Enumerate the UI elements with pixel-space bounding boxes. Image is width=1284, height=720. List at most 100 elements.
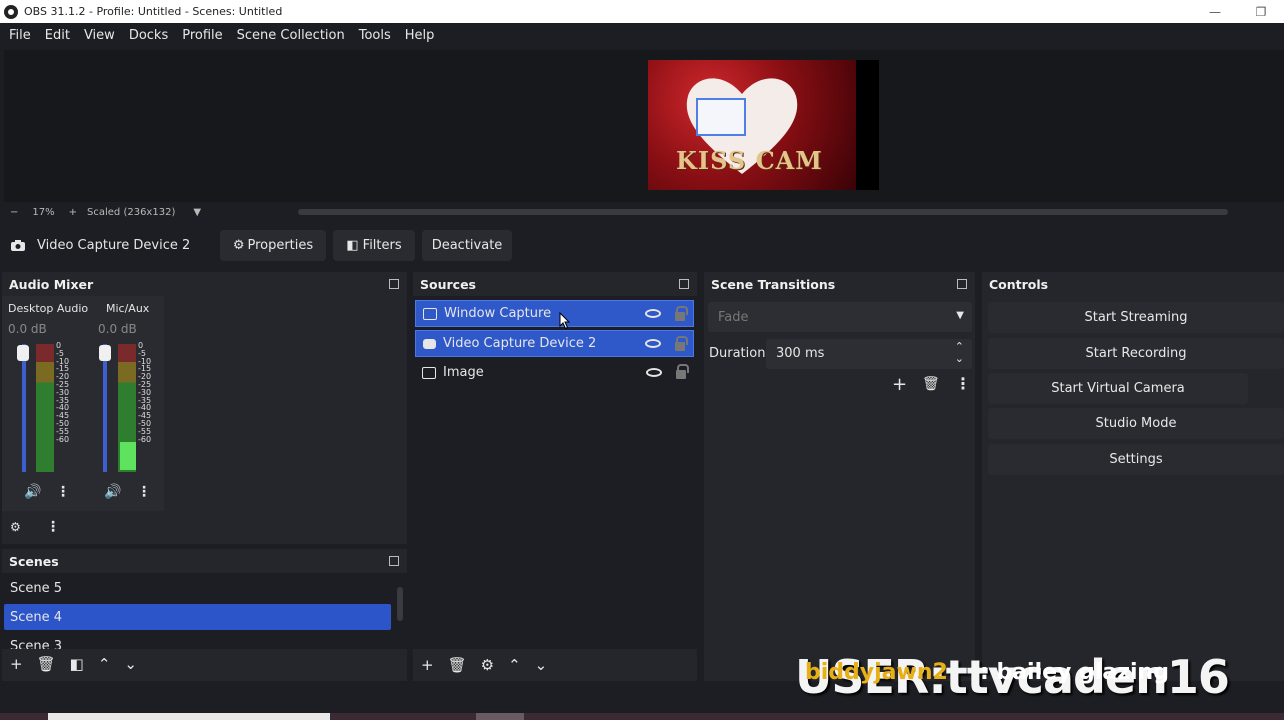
deactivate-button[interactable]: Deactivate — [422, 229, 512, 261]
speaker-icon[interactable]: 🔊 — [24, 484, 41, 500]
remove-scene-icon[interactable]: 🗑 — [37, 655, 56, 673]
restore-button[interactable]: ❐ — [1238, 0, 1284, 23]
filters-button[interactable]: ◧ Filters — [333, 229, 415, 261]
volume-slider-track[interactable] — [22, 344, 26, 472]
camera-icon — [11, 239, 25, 251]
minimize-button[interactable]: — — [1192, 0, 1238, 23]
source-item[interactable]: Window Capture — [415, 300, 694, 327]
gear-icon: ⚙ — [232, 237, 245, 253]
source-toolbar: Video Capture Device 2 ⚙ Properties ◧ Filt… — [0, 226, 1284, 264]
mixer-menu-icon[interactable]: ⋮ — [46, 519, 60, 535]
menu-tools[interactable]: Tools — [352, 28, 398, 43]
undock-icon[interactable] — [389, 556, 399, 566]
window-icon — [423, 307, 437, 320]
start-streaming-button[interactable]: Start Streaming — [988, 302, 1284, 333]
zoom-in-button[interactable]: + — [69, 207, 77, 218]
image-icon — [422, 366, 436, 379]
taskbar-item[interactable] — [48, 713, 330, 720]
scene-item-selected[interactable]: Scene 4 — [4, 604, 391, 630]
scene-filters-icon[interactable]: ◧ — [70, 655, 84, 673]
title-bar: OBS 31.1.2 - Profile: Untitled - Scenes:… — [0, 0, 1284, 23]
audio-level-peak — [120, 442, 136, 470]
start-recording-button[interactable]: Start Recording — [988, 338, 1284, 369]
advanced-audio-gear-icon[interactable]: ⚙ — [10, 520, 21, 534]
scenes-dock: Scenes Scene 5 Scene 4 Scene 3 + 🗑 ◧ ⌃ ⌄ — [2, 549, 407, 681]
more-options-icon[interactable]: ⋮ — [137, 484, 151, 500]
eye-icon[interactable] — [645, 309, 661, 318]
scene-item[interactable]: Scene 5 — [4, 575, 405, 601]
menu-docks[interactable]: Docks — [122, 28, 175, 43]
channel-name: Desktop Audio — [8, 302, 89, 315]
eye-icon[interactable] — [646, 368, 662, 377]
filters-label: Filters — [362, 237, 402, 253]
selected-source-box[interactable] — [696, 98, 746, 136]
scene-transitions-dock: Scene Transitions Fade ▼ Duration 300 ms… — [704, 272, 975, 681]
speaker-icon[interactable]: 🔊 — [104, 484, 121, 500]
audio-mixer-dock: Audio Mixer Desktop Audio 0.0 dB Mic/Aux… — [2, 272, 407, 544]
properties-button[interactable]: ⚙ Properties — [220, 229, 326, 261]
settings-button[interactable]: Settings — [988, 444, 1284, 475]
eye-icon[interactable] — [645, 339, 661, 348]
scenes-toolbar: + 🗑 ◧ ⌃ ⌄ — [10, 655, 137, 673]
source-item[interactable]: Image — [415, 359, 694, 386]
taskbar — [0, 713, 1284, 720]
menu-file[interactable]: File — [2, 28, 38, 43]
scene-item[interactable]: Scene 3 — [4, 633, 405, 650]
zoom-level: 17% — [32, 206, 55, 218]
add-transition-icon[interactable]: + — [892, 374, 907, 395]
preview-canvas[interactable]: KISS CAM — [648, 60, 879, 190]
chevron-down-icon: ▼ — [956, 310, 964, 321]
undock-icon[interactable] — [389, 279, 399, 289]
studio-mode-button[interactable]: Studio Mode — [988, 408, 1284, 439]
menu-scene-collection[interactable]: Scene Collection — [230, 28, 352, 43]
transition-selected-value: Fade — [718, 310, 749, 325]
add-source-icon[interactable]: + — [421, 656, 434, 674]
duration-spinbox[interactable]: 300 ms ⌃ ⌄ — [766, 339, 972, 369]
lock-icon[interactable] — [675, 306, 688, 321]
menu-help[interactable]: Help — [398, 28, 442, 43]
menu-profile[interactable]: Profile — [175, 28, 229, 43]
volume-slider-track[interactable] — [103, 344, 107, 472]
source-item[interactable]: Video Capture Device 2 — [415, 330, 694, 357]
more-options-icon[interactable]: ⋮ — [56, 484, 70, 500]
menu-edit[interactable]: Edit — [38, 28, 77, 43]
remove-source-icon[interactable]: 🗑 — [448, 656, 467, 674]
chat-message: : bailey glazing — [980, 660, 1169, 685]
audio-mixer-title: Audio Mixer — [2, 272, 407, 296]
chevron-down-icon[interactable]: ⌄ — [955, 352, 964, 365]
taskbar-item[interactable] — [476, 713, 524, 720]
lock-icon[interactable] — [676, 364, 689, 379]
preview-scrollbar[interactable] — [298, 209, 1228, 215]
source-properties-gear-icon[interactable]: ⚙ — [481, 656, 494, 674]
menu-view[interactable]: View — [77, 28, 122, 43]
undock-icon[interactable] — [679, 279, 689, 289]
sources-toolbar: + 🗑 ⚙ ⌃ ⌄ — [421, 656, 547, 674]
channel-level: 0.0 dB — [98, 322, 137, 336]
transition-select[interactable]: Fade ▼ — [708, 302, 972, 332]
start-virtual-camera-button[interactable]: Start Virtual Camera — [988, 373, 1248, 404]
scenes-scrollbar[interactable] — [397, 587, 403, 621]
active-source: Video Capture Device 2 — [10, 238, 210, 253]
channel-name: Mic/Aux — [106, 302, 150, 315]
remove-transition-icon[interactable]: 🗑 — [922, 376, 940, 392]
zoom-out-button[interactable]: − — [10, 207, 18, 218]
preview-area[interactable] — [4, 50, 1284, 202]
obs-logo-icon — [4, 4, 18, 19]
source-label: Image — [443, 365, 484, 380]
move-down-icon[interactable]: ⌄ — [124, 655, 137, 673]
undock-icon[interactable] — [957, 279, 967, 289]
add-scene-icon[interactable]: + — [10, 655, 23, 673]
chat-username: biddyjawn2 — [805, 660, 948, 685]
volume-slider-handle[interactable] — [17, 345, 29, 361]
filter-icon: ◧ — [346, 237, 359, 253]
volume-slider-handle[interactable] — [99, 345, 111, 361]
properties-label: Properties — [247, 237, 314, 253]
scale-mode-dropdown-icon[interactable]: ▼ — [193, 207, 201, 218]
move-up-icon[interactable]: ⌃ — [98, 655, 111, 673]
db-scale: 0 -5 -10 -15 -20 -25 -30 -35 -40 -45 -50 -55 -60 — [56, 341, 70, 444]
lock-icon[interactable] — [675, 336, 688, 351]
move-down-icon[interactable]: ⌄ — [535, 656, 548, 674]
transition-menu-icon[interactable]: ⋮ — [955, 374, 971, 393]
move-up-icon[interactable]: ⌃ — [508, 656, 521, 674]
menu-bar: File Edit View Docks Profile Scene Colle… — [0, 23, 1284, 48]
